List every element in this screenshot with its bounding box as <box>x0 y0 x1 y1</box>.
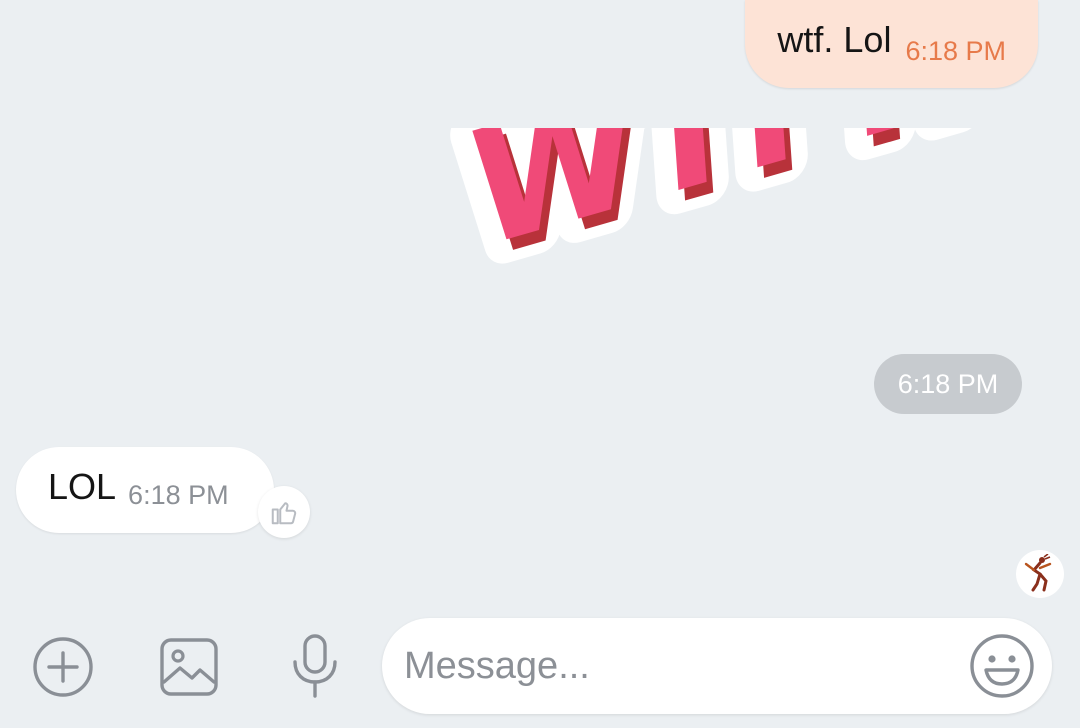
like-button[interactable] <box>258 486 310 538</box>
voice-message-button[interactable] <box>284 634 346 698</box>
image-icon <box>160 638 218 696</box>
sticker-timestamp: 6:18 PM <box>874 354 1022 414</box>
message-input-container[interactable] <box>382 618 1052 714</box>
sticker-text: WTF!!? <box>466 128 1026 286</box>
microphone-icon <box>293 634 337 698</box>
kokopelli-avatar-icon <box>1024 554 1052 592</box>
message-input[interactable] <box>402 630 946 702</box>
plus-circle-icon <box>33 637 93 697</box>
message-composer <box>0 600 1080 728</box>
message-text: LOL <box>48 466 117 507</box>
message-text: wtf. Lol <box>777 19 892 60</box>
chat-thread[interactable]: wtf. Lol 6:18 PM WTF!!? WTF!!? WTF!!? 6:… <box>0 0 1080 600</box>
smiley-icon <box>970 634 1034 698</box>
emoji-button[interactable] <box>968 632 1036 700</box>
message-timestamp: 6:18 PM <box>128 479 229 510</box>
avatar[interactable] <box>1016 550 1064 598</box>
gallery-button[interactable] <box>158 636 220 698</box>
add-attachment-button[interactable] <box>32 636 94 698</box>
incoming-message-bubble[interactable]: LOL 6:18 PM <box>16 447 274 533</box>
thumbs-up-icon <box>271 502 297 525</box>
message-timestamp: 6:18 PM <box>905 35 1006 66</box>
outgoing-message-bubble[interactable]: wtf. Lol 6:18 PM <box>745 0 1038 88</box>
